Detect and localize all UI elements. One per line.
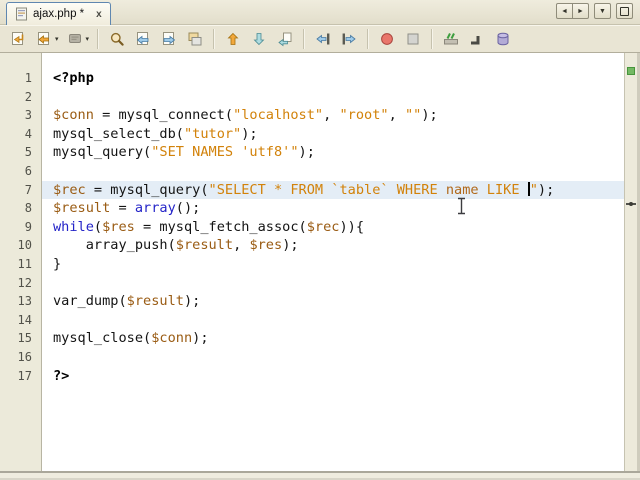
toggle-comment-icon[interactable] bbox=[439, 27, 463, 51]
code-line-4[interactable]: mysql_select_db("tutor"); bbox=[42, 125, 624, 144]
database-icon[interactable] bbox=[491, 27, 515, 51]
find-previous-icon[interactable] bbox=[131, 27, 155, 51]
shift-line-right-icon[interactable] bbox=[337, 27, 361, 51]
start-macro-recording-icon[interactable] bbox=[375, 27, 399, 51]
code-line-14[interactable] bbox=[42, 311, 624, 330]
code-line-15[interactable]: mysql_close($conn); bbox=[42, 329, 624, 348]
next-bookmark-icon[interactable] bbox=[247, 27, 271, 51]
maximize-window-icon[interactable] bbox=[616, 3, 633, 19]
line-number-2: 2 bbox=[24, 89, 32, 104]
editor-tab-bar: ajax.php * x ◄ ► ▼ bbox=[0, 0, 640, 25]
error-stripe[interactable] bbox=[624, 53, 637, 471]
annotations-icon[interactable] bbox=[63, 27, 87, 51]
maximize-square-glyph bbox=[620, 6, 629, 16]
code-line-10[interactable]: array_push($result, $res); bbox=[42, 236, 624, 255]
no-errors-indicator-icon[interactable] bbox=[627, 67, 635, 75]
line-number-7: 7 bbox=[24, 182, 32, 197]
format-code-icon[interactable] bbox=[465, 27, 489, 51]
line-number-10: 10 bbox=[17, 238, 32, 253]
code-line-3[interactable]: $conn = mysql_connect("localhost", "root… bbox=[42, 106, 624, 125]
code-line-6[interactable] bbox=[42, 162, 624, 181]
toggle-highlight-icon[interactable] bbox=[183, 27, 207, 51]
code-line-12[interactable] bbox=[42, 274, 624, 293]
code-line-7[interactable]: $rec = mysql_query("SELECT * FROM `table… bbox=[42, 180, 624, 200]
scroll-tabs-right-icon[interactable]: ► bbox=[572, 3, 589, 19]
toolbar-separator bbox=[367, 29, 370, 49]
line-number-11: 11 bbox=[17, 256, 32, 271]
toggle-bookmark-icon[interactable] bbox=[273, 27, 297, 51]
editor: 1 2 3 4 5 6 7 8 9 10 11 12 13 14 15 16 17 <?php $conn = m… bbox=[0, 53, 640, 471]
php-file-icon bbox=[16, 7, 27, 21]
line-number-4: 4 bbox=[24, 126, 32, 141]
code-line-9[interactable]: while($res = mysql_fetch_assoc($rec)){ bbox=[42, 218, 624, 237]
line-number-17: 17 bbox=[17, 368, 32, 383]
line-number-1: 1 bbox=[24, 71, 32, 85]
toolbar-separator bbox=[213, 29, 216, 49]
tab-list-dropdown-icon[interactable]: ▼ bbox=[594, 3, 611, 19]
code-line-2[interactable] bbox=[42, 88, 624, 107]
toolbar-separator bbox=[431, 29, 434, 49]
code-line-5[interactable]: mysql_query("SET NAMES 'utf8'"); bbox=[42, 143, 624, 162]
toolbar-separator bbox=[97, 29, 100, 49]
stop-macro-recording-icon[interactable] bbox=[401, 27, 425, 51]
toolbar-separator bbox=[303, 29, 306, 49]
last-edit-position-icon[interactable] bbox=[6, 27, 30, 51]
line-number-16: 16 bbox=[17, 349, 32, 364]
editor-bottom-edge bbox=[0, 471, 640, 480]
find-icon[interactable] bbox=[105, 27, 129, 51]
back-dropdown-arrow-icon[interactable]: ▾ bbox=[55, 35, 59, 43]
back-icon[interactable] bbox=[32, 27, 56, 51]
code-line-13[interactable]: var_dump($result); bbox=[42, 292, 624, 311]
toolbar: ▾ ▾ bbox=[0, 25, 640, 53]
line-number-6: 6 bbox=[24, 163, 32, 178]
tab-controls: ◄ ► ▼ bbox=[556, 3, 633, 19]
code-line-8[interactable]: $result = array(); bbox=[42, 199, 624, 218]
previous-bookmark-icon[interactable] bbox=[221, 27, 245, 51]
tab-close-icon[interactable]: x bbox=[96, 9, 102, 20]
tab-label: ajax.php * bbox=[33, 8, 85, 20]
line-number-14: 14 bbox=[17, 312, 32, 327]
ide-window: ajax.php * x ◄ ► ▼ ▾ ▾ 1 2 3 4 5 6 7 8 9 10 11 12 13 1… bbox=[0, 0, 640, 480]
shift-line-left-icon[interactable] bbox=[311, 27, 335, 51]
line-number-3: 3 bbox=[24, 108, 32, 123]
scroll-tabs-left-icon[interactable]: ◄ bbox=[556, 3, 573, 19]
tab-ajax-php[interactable]: ajax.php * x bbox=[6, 2, 111, 25]
code-area[interactable]: <?php $conn = mysql_connect("localhost", … bbox=[42, 53, 624, 471]
line-number-8: 8 bbox=[24, 201, 32, 216]
code-line-11[interactable]: } bbox=[42, 255, 624, 274]
code-line-17[interactable]: ?> bbox=[42, 367, 624, 386]
caret-position-dot bbox=[629, 202, 633, 206]
gutter: 1 2 3 4 5 6 7 8 9 10 11 12 13 14 15 16 17 bbox=[0, 53, 42, 471]
line-number-15: 15 bbox=[17, 331, 32, 346]
line-number-12: 12 bbox=[17, 275, 32, 290]
find-next-icon[interactable] bbox=[157, 27, 181, 51]
code-line-1[interactable]: <?php bbox=[42, 69, 624, 88]
annotations-dropdown-arrow-icon[interactable]: ▾ bbox=[86, 35, 90, 43]
line-number-9: 9 bbox=[24, 219, 32, 234]
line-number-13: 13 bbox=[17, 294, 32, 309]
code-line-16[interactable] bbox=[42, 348, 624, 367]
line-number-5: 5 bbox=[24, 145, 32, 160]
